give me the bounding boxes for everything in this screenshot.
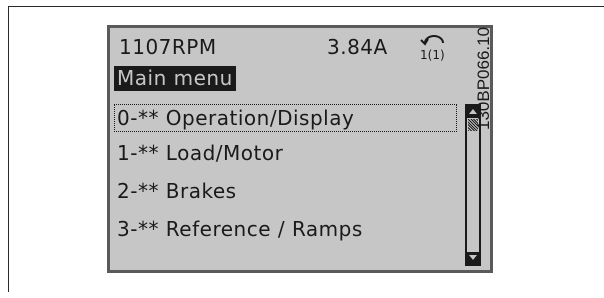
- motor-current-readout: 3.84A: [327, 35, 388, 59]
- scroll-down-arrow-icon[interactable]: [467, 252, 479, 264]
- setup-indicator-icon: 1(1): [420, 35, 445, 62]
- figure-reference-code: 130BP066.10: [474, 26, 493, 130]
- menu-item-label: 0-** Operation/Display: [117, 106, 355, 130]
- menu-item-label: 3-** Reference / Ramps: [117, 217, 363, 241]
- lcp-display: 1107RPM 3.84A 1(1) Main menu 0-** Operat…: [107, 25, 493, 273]
- menu-item-reference-ramps[interactable]: 3-** Reference / Ramps: [117, 217, 363, 241]
- menu-item-brakes[interactable]: 2-** Brakes: [117, 179, 237, 203]
- setup-indicator-label: 1(1): [420, 48, 445, 62]
- screen-title: Main menu: [114, 66, 236, 91]
- motor-speed-readout: 1107RPM: [119, 35, 217, 59]
- menu-item-label: 1-** Load/Motor: [117, 141, 284, 165]
- menu-item-load-motor[interactable]: 1-** Load/Motor: [117, 141, 283, 165]
- menu-item-label: 2-** Brakes: [117, 179, 237, 203]
- menu-item-operation-display[interactable]: 0-** Operation/Display: [114, 104, 457, 132]
